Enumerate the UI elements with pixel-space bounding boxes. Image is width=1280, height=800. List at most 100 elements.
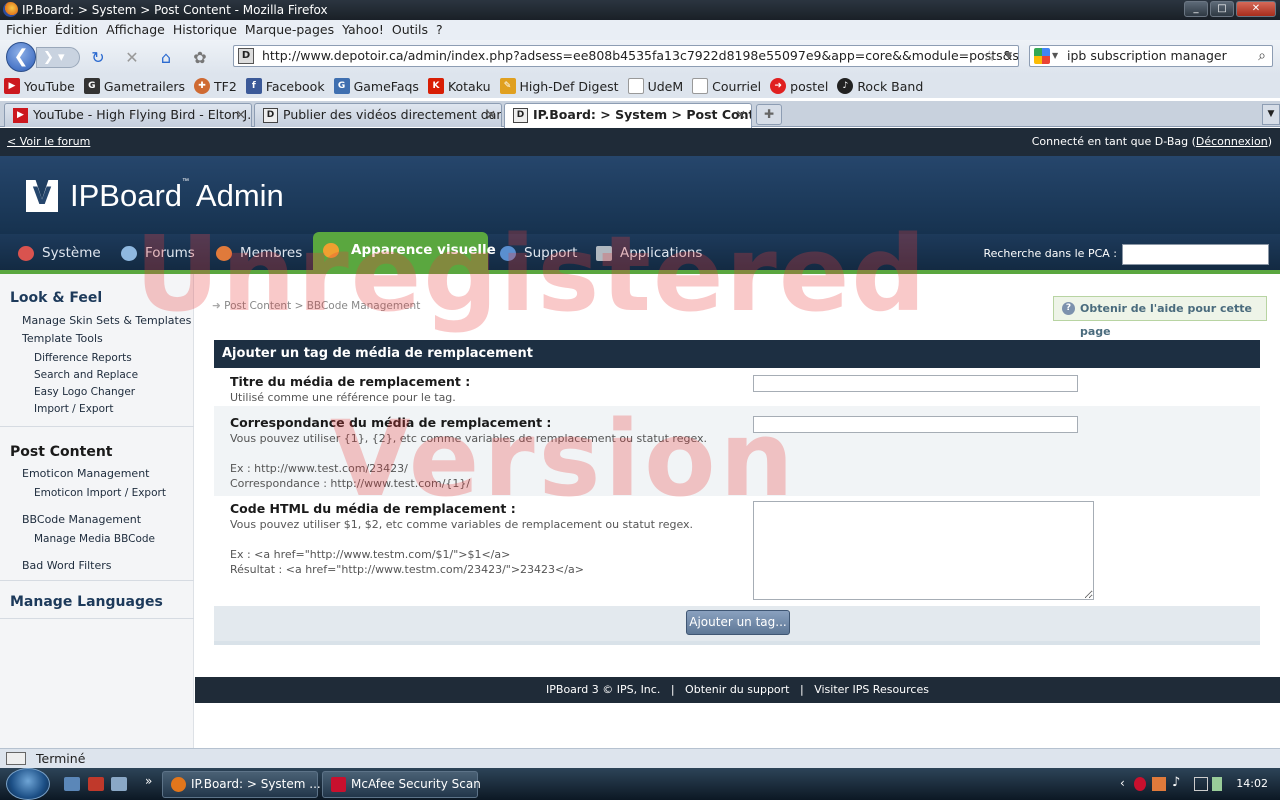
- breadcrumb-post-content[interactable]: Post Content: [224, 300, 291, 312]
- menu-marque-pages[interactable]: Marque-pages: [241, 20, 338, 40]
- tab-publier-videos[interactable]: D Publier des vidéos directement dan... …: [254, 103, 502, 127]
- reload-icon[interactable]: ↻: [88, 48, 108, 68]
- field-title-label: Titre du média de remplacement :: [230, 374, 471, 389]
- bookmark-gametrailers[interactable]: G Gametrailers: [83, 78, 185, 94]
- bookmark-gamefaqs[interactable]: G GameFaqs: [333, 78, 419, 94]
- logout-link[interactable]: Déconnexion: [1196, 135, 1268, 148]
- close-tab-icon[interactable]: ✕: [736, 104, 746, 126]
- window-switch-icon[interactable]: [111, 777, 127, 791]
- bookmark-kotaku[interactable]: K Kotaku: [427, 78, 491, 94]
- tf2-icon: ✚: [194, 78, 211, 94]
- google-icon[interactable]: [1034, 48, 1050, 64]
- breadcrumb-arrow-icon: ➜: [212, 300, 225, 312]
- taskbar-firefox[interactable]: IP.Board: > System ...: [162, 771, 321, 798]
- view-forum-link[interactable]: < Voir le forum: [7, 128, 90, 156]
- bookmark-rock-band[interactable]: ♪ Rock Band: [837, 78, 923, 94]
- bookmark-courriel[interactable]: Courriel: [692, 78, 761, 94]
- aim-icon[interactable]: [88, 777, 104, 791]
- menu-historique[interactable]: Historique: [169, 20, 241, 40]
- help-button[interactable]: ? Obtenir de l'aide pour cette page: [1053, 296, 1267, 338]
- tab-youtube[interactable]: ▶ YouTube - High Flying Bird - Elton J..…: [4, 103, 252, 127]
- sidebar-section-manage-languages[interactable]: Manage Languages: [10, 594, 163, 610]
- sidebar-item-media-bbcode[interactable]: Manage Media BBCode: [34, 533, 155, 545]
- maximize-button[interactable]: □: [1210, 1, 1234, 17]
- page-icon: [627, 78, 644, 94]
- sidebar-item-manage-skins[interactable]: Manage Skin Sets & Templates: [22, 314, 191, 327]
- add-tag-button[interactable]: Ajouter un tag...: [686, 610, 790, 635]
- back-button[interactable]: ❮: [6, 42, 36, 72]
- menu-fichier[interactable]: Fichier: [2, 20, 51, 40]
- tab-list-button[interactable]: ▼: [1262, 104, 1280, 125]
- media-match-input[interactable]: [753, 416, 1078, 433]
- menu-edition[interactable]: Édition: [51, 20, 102, 40]
- nav-systeme[interactable]: Système: [16, 234, 101, 270]
- status-bar: Terminé: [0, 748, 1280, 768]
- sidebar-item-difference-reports[interactable]: Difference Reports: [34, 352, 132, 364]
- applications-icon: [596, 246, 612, 261]
- close-tab-icon[interactable]: ✕: [486, 104, 496, 126]
- minimize-button[interactable]: _: [1184, 1, 1208, 17]
- tray-expand-icon[interactable]: ‹: [1120, 776, 1125, 790]
- search-engine-dropdown-icon[interactable]: ▼: [1052, 46, 1058, 66]
- search-bar[interactable]: ▼ ipb subscription manager ⌕: [1029, 45, 1273, 67]
- menu-help[interactable]: ?: [432, 20, 447, 40]
- media-html-textarea[interactable]: [753, 501, 1094, 600]
- sidebar-item-bad-words[interactable]: Bad Word Filters: [22, 559, 112, 572]
- acp-search-input[interactable]: [1122, 244, 1269, 265]
- chevron-down-icon[interactable]: ▼: [1005, 46, 1012, 66]
- footer-support-link[interactable]: Obtenir du support: [685, 683, 789, 696]
- nav-support[interactable]: Support: [498, 234, 577, 270]
- nav-applications[interactable]: Applications: [594, 234, 702, 270]
- new-tab-button[interactable]: ✚: [756, 104, 782, 125]
- site-identity-icon[interactable]: D: [238, 48, 254, 64]
- bookmark-youtube[interactable]: ▶ YouTube: [4, 78, 75, 94]
- firefox-icon: [171, 777, 186, 792]
- extension-icon[interactable]: ✿: [190, 48, 210, 68]
- close-tab-icon[interactable]: ✕: [236, 104, 246, 126]
- show-desktop-icon[interactable]: [64, 777, 80, 791]
- menu-bar: Fichier Édition Affichage Historique Mar…: [0, 20, 1280, 40]
- mcafee-tray-icon[interactable]: [1134, 777, 1146, 791]
- footer-resources-link[interactable]: Visiter IPS Resources: [814, 683, 929, 696]
- stop-icon[interactable]: ✕: [122, 48, 142, 68]
- tab-ipboard[interactable]: D IP.Board: > System > Post Content ✕: [504, 103, 752, 128]
- chevron-right-icon[interactable]: »: [145, 774, 152, 788]
- bookmark-tf2[interactable]: ✚ TF2: [194, 78, 237, 94]
- sidebar-item-template-tools[interactable]: Template Tools: [22, 332, 103, 345]
- sidebar-item-import-export[interactable]: Import / Export: [34, 403, 113, 415]
- window-controls: _ □ ✕: [1184, 1, 1276, 17]
- volume-icon[interactable]: ♪: [1172, 775, 1180, 790]
- menu-outils[interactable]: Outils: [388, 20, 432, 40]
- sidebar-item-search-replace[interactable]: Search and Replace: [34, 369, 138, 381]
- clock[interactable]: 14:02: [1236, 768, 1268, 800]
- nav-membres[interactable]: Membres: [214, 234, 302, 270]
- sidebar: Look & Feel Manage Skin Sets & Templates…: [0, 274, 194, 748]
- home-icon[interactable]: ⌂: [156, 48, 176, 68]
- sidebar-item-bbcode-mgmt[interactable]: BBCode Management: [22, 513, 141, 526]
- forward-button[interactable]: ❯ ▾: [36, 47, 80, 68]
- gametrailers-icon: G: [83, 78, 100, 94]
- menu-yahoo[interactable]: Yahoo!: [338, 20, 388, 40]
- network-icon[interactable]: [1194, 777, 1208, 791]
- breadcrumb: ➜ Post Content > BBCode Management: [212, 300, 421, 312]
- sidebar-item-easy-logo[interactable]: Easy Logo Changer: [34, 386, 135, 398]
- nav-apparence-visuelle[interactable]: Apparence visuelle: [313, 232, 496, 270]
- taskbar-mcafee[interactable]: McAfee Security Scan: [322, 771, 481, 798]
- sidebar-item-emoticon-mgmt[interactable]: Emoticon Management: [22, 467, 149, 480]
- bookmark-high-def-digest[interactable]: ✎ High-Def Digest: [499, 78, 619, 94]
- tray-app-icon[interactable]: [1152, 777, 1166, 791]
- power-icon[interactable]: [1212, 777, 1222, 791]
- url-bar[interactable]: D http://www.depotoir.ca/admin/index.php…: [233, 45, 1019, 67]
- close-window-button[interactable]: ✕: [1236, 1, 1276, 17]
- media-title-input[interactable]: [753, 375, 1078, 392]
- bookmark-facebook[interactable]: f Facebook: [245, 78, 325, 94]
- search-icon[interactable]: ⌕: [1258, 46, 1266, 66]
- bookmark-udem[interactable]: UdeM: [627, 78, 683, 94]
- menu-affichage[interactable]: Affichage: [102, 20, 169, 40]
- sidebar-item-emoticon-import-export[interactable]: Emoticon Import / Export: [34, 487, 166, 499]
- bookmark-postel[interactable]: ➜ postel: [770, 78, 828, 94]
- bookmark-star-icon[interactable]: ☆: [983, 46, 996, 66]
- start-button[interactable]: [6, 768, 50, 800]
- nav-forums[interactable]: Forums: [119, 234, 195, 270]
- breadcrumb-bbcode[interactable]: BBCode Management: [307, 300, 421, 312]
